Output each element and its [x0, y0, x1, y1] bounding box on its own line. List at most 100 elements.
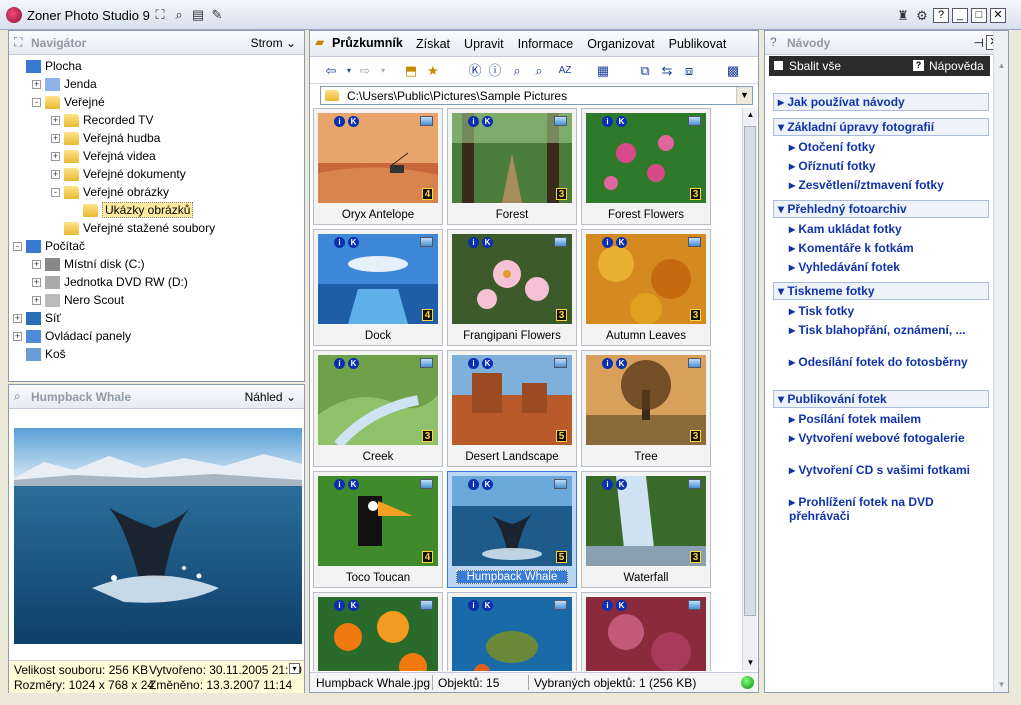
guide-link[interactable]: ▸ Vyhledávání fotek — [789, 260, 979, 274]
thumbnail-item[interactable]: i K 4 Dock — [313, 229, 443, 346]
keyword-badge-icon[interactable]: K — [348, 600, 359, 611]
expand-toggle-icon[interactable]: - — [32, 98, 41, 108]
guide-link[interactable]: ▸ Odesílání fotek do fotosběrny — [789, 355, 979, 369]
info-icon[interactable]: ⓘ — [486, 62, 504, 80]
keyword-badge-icon[interactable]: K — [616, 600, 627, 611]
tree-item[interactable]: - Veřejné — [32, 93, 105, 111]
keyword-badge-icon[interactable]: K — [348, 479, 359, 490]
info-badge-icon[interactable]: i — [602, 116, 613, 127]
expand-toggle-icon[interactable]: + — [51, 116, 60, 126]
find-icon[interactable]: ⌕ — [508, 62, 526, 80]
keyword-badge-icon[interactable]: K — [616, 358, 627, 369]
plugin-icon[interactable]: ♜ — [895, 8, 911, 24]
expand-toggle-icon[interactable]: + — [51, 152, 60, 162]
scroll-down-icon[interactable]: ▼ — [743, 656, 758, 670]
guide-section[interactable]: ▾ Tiskneme fotky — [773, 282, 989, 300]
thumbnail-item[interactable]: i K 5 Desert Landscape — [447, 350, 577, 467]
info-badge-icon[interactable]: i — [468, 237, 479, 248]
collapse-info-icon[interactable]: ▾ — [289, 663, 300, 674]
maximize-button[interactable]: □ — [971, 8, 987, 23]
thumbnail-item[interactable]: i K 3 Waterfall — [581, 471, 711, 588]
keyword-badge-icon[interactable]: K — [616, 116, 627, 127]
keyword-badge-icon[interactable]: K — [348, 358, 359, 369]
minimize-button[interactable]: _ — [952, 8, 968, 23]
find-text-icon[interactable]: ⌕ — [530, 62, 548, 80]
keyword-badge-icon[interactable]: K — [482, 358, 493, 369]
thumbnail-item[interactable]: i K 3 Tree — [581, 350, 711, 467]
guide-section[interactable]: ▾ Přehledný fotoarchiv — [773, 200, 989, 218]
guide-link[interactable]: ▸ Prohlížení fotek na DVD přehrávači — [789, 495, 979, 523]
tree-item[interactable]: + Jenda — [32, 75, 97, 93]
tree-item[interactable]: + Síť — [13, 309, 61, 327]
info-badge-icon[interactable]: i — [334, 237, 345, 248]
keyword-icon[interactable]: Ⓚ — [466, 62, 484, 80]
tree-item[interactable]: + Nero Scout — [32, 291, 124, 309]
guide-link[interactable]: ▸ Zesvětlení/ztmavení fotky — [789, 178, 979, 192]
info-badge-icon[interactable]: i — [334, 479, 345, 490]
guide-link[interactable]: ▸ Otočení fotky — [789, 140, 979, 154]
tree-item[interactable]: + Jednotka DVD RW (D:) — [32, 273, 188, 291]
tree-item[interactable]: Plocha — [13, 57, 82, 75]
move-icon[interactable]: ⇆ — [658, 62, 676, 80]
tree-item[interactable]: + Veřejná videa — [51, 147, 156, 165]
search-icon[interactable]: ⌕ — [171, 7, 187, 23]
thumbnail-item[interactable]: i K 3 Autumn Leaves — [581, 229, 711, 346]
thumbnail-item[interactable]: i K 4 Oryx Antelope — [313, 108, 443, 225]
expand-toggle-icon[interactable]: - — [13, 242, 22, 252]
expand-toggle-icon[interactable]: + — [51, 170, 60, 180]
copy-icon[interactable]: ⧉ — [636, 62, 654, 80]
thumbnail-item[interactable]: i K 5 Humpback Whale — [447, 471, 577, 588]
info-badge-icon[interactable]: i — [602, 600, 613, 611]
scroll-down-icon[interactable]: ▼ — [994, 678, 1009, 692]
keyword-badge-icon[interactable]: K — [482, 479, 493, 490]
explorer-tab[interactable]: Průzkumník — [332, 36, 403, 50]
thumbnail-item[interactable]: i K 3 Frangipani Flowers — [447, 229, 577, 346]
guide-link[interactable]: ▸ Vytvoření webové fotogalerie — [789, 431, 979, 445]
menu-item[interactable]: Publikovat — [669, 37, 727, 51]
thumbnail-item[interactable]: i K 4 Toco Toucan — [313, 471, 443, 588]
guide-link[interactable]: ▸ Posílání fotek mailem — [789, 412, 979, 426]
path-dropdown-icon[interactable]: ▼ — [736, 87, 752, 104]
menu-item[interactable]: Získat — [416, 37, 450, 51]
guide-link[interactable]: ▸ Komentáře k fotkám — [789, 241, 979, 255]
thumbnail-item[interactable]: i K 3 Forest — [447, 108, 577, 225]
navigator-view-select[interactable]: Strom ⌄ — [251, 36, 296, 50]
info-badge-icon[interactable]: i — [602, 479, 613, 490]
tree-item[interactable]: + Recorded TV — [51, 111, 153, 129]
menu-item[interactable]: Informace — [518, 37, 574, 51]
menu-item[interactable]: Organizovat — [587, 37, 654, 51]
keyword-badge-icon[interactable]: K — [482, 237, 493, 248]
expand-toggle-icon[interactable]: + — [32, 296, 41, 306]
scrollbar-thumb[interactable] — [744, 126, 756, 616]
back-arrow-icon[interactable]: ⇦ — [322, 62, 340, 80]
info-badge-icon[interactable]: i — [334, 116, 345, 127]
guide-link[interactable]: ▸ Tisk blahopřání, oznámení, ... — [789, 323, 979, 337]
preview-view-select[interactable]: Náhled ⌄ — [245, 390, 296, 404]
collapse-all-button[interactable]: Sbalit vše — [789, 59, 841, 73]
forward-arrow-icon[interactable]: ⇨ — [356, 62, 374, 80]
tree-item[interactable]: Ukázky obrázků — [70, 201, 194, 219]
tree-item[interactable]: + Veřejné dokumenty — [51, 165, 186, 183]
guide-section[interactable]: ▾ Publikování fotek — [773, 390, 989, 408]
sort-az-icon[interactable]: AZ — [556, 62, 574, 80]
info-badge-icon[interactable]: i — [468, 358, 479, 369]
tree-item[interactable]: Veřejné stažené soubory — [51, 219, 215, 237]
keyword-badge-icon[interactable]: K — [482, 116, 493, 127]
close-button[interactable]: ✕ — [990, 8, 1006, 23]
thumbnail-item[interactable]: iK — [447, 592, 577, 671]
expand-toggle-icon[interactable]: + — [13, 332, 22, 342]
expand-toggle-icon[interactable]: + — [32, 278, 41, 288]
scroll-up-icon[interactable]: ▲ — [743, 108, 758, 122]
expand-toggle-icon[interactable]: - — [51, 188, 60, 198]
edit-icon[interactable]: ✎ — [209, 7, 225, 23]
info-badge-icon[interactable]: i — [334, 600, 345, 611]
favorites-folder-icon[interactable]: ★ — [424, 62, 442, 80]
info-badge-icon[interactable]: i — [602, 237, 613, 248]
thumbnail-item[interactable]: i K 3 Creek — [313, 350, 443, 467]
vertical-scrollbar[interactable]: ▲ ▼ — [742, 108, 757, 670]
guide-link[interactable]: ▸ Oříznutí fotky — [789, 159, 979, 173]
keyword-badge-icon[interactable]: K — [482, 600, 493, 611]
guide-link[interactable]: ▸ Kam ukládat fotky — [789, 222, 979, 236]
keyword-badge-icon[interactable]: K — [348, 237, 359, 248]
tree-item[interactable]: - Počítač — [13, 237, 85, 255]
